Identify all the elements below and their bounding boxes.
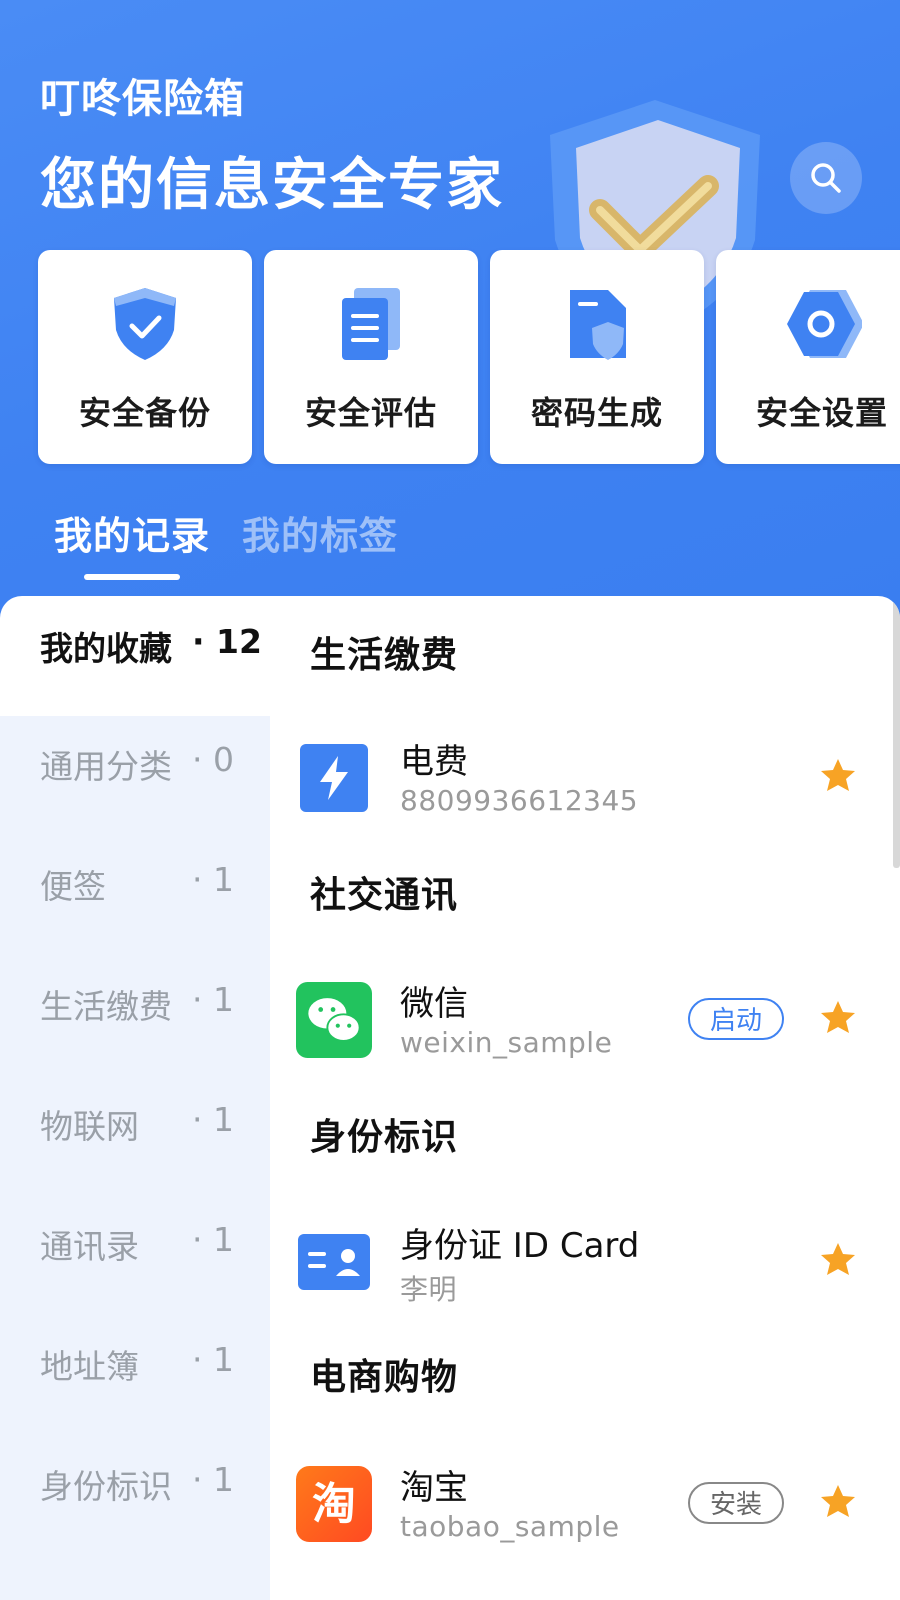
id-card-icon	[298, 1234, 370, 1290]
item-subtitle: 李明	[400, 1273, 458, 1306]
shortcut-label: 密码生成	[530, 394, 663, 432]
section-title: 电商购物	[310, 1357, 459, 1398]
shortcut-label: 安全设置	[756, 394, 889, 432]
sidebar-item-addresses[interactable]: 地址簿 · 1	[40, 1340, 262, 1400]
section-title: 社交通讯	[310, 875, 459, 916]
star-icon[interactable]	[818, 1482, 858, 1522]
install-button[interactable]: 安装	[688, 1482, 784, 1524]
sidebar-item-utilities[interactable]: 生活缴费 · 1	[40, 980, 262, 1040]
sidebar-item-count: · 1	[192, 860, 234, 899]
item-title: 微信	[400, 984, 468, 1024]
sidebar-item-label: 通用分类	[40, 747, 172, 786]
content-panel: 我的收藏 · 12 通用分类 · 0 便签 · 1 生活缴费 · 1 物联网 ·…	[0, 596, 900, 1600]
scrollbar[interactable]	[893, 596, 900, 868]
sidebar-item-identity[interactable]: 身份标识 · 1	[40, 1460, 262, 1520]
file-shield-icon	[570, 290, 626, 360]
app-name: 叮咚保险箱	[40, 76, 245, 122]
item-title: 身份证 ID Card	[400, 1226, 640, 1266]
sidebar-item-label: 我的收藏	[40, 629, 172, 668]
shortcut-security-settings[interactable]: 安全设置	[716, 250, 900, 464]
list-item-wechat[interactable]: 微信 weixin_sample 启动	[296, 976, 876, 1066]
sidebar-item-label: 身份标识	[40, 1467, 172, 1506]
sidebar-item-count: · 1	[192, 1460, 234, 1499]
shortcut-label: 安全备份	[78, 394, 211, 432]
sidebar-item-label: 地址簿	[40, 1347, 139, 1386]
list-item-id-card[interactable]: 身份证 ID Card 李明	[296, 1218, 876, 1308]
item-subtitle: 8809936612345	[400, 784, 639, 817]
sidebar-item-count: · 12	[192, 622, 262, 661]
svg-text:淘: 淘	[312, 1479, 356, 1530]
launch-button[interactable]: 启动	[688, 998, 784, 1040]
search-button[interactable]	[790, 142, 862, 214]
sidebar-item-notes[interactable]: 便签 · 1	[40, 860, 262, 920]
item-subtitle: taobao_sample	[400, 1510, 620, 1543]
sidebar-item-count: · 0	[192, 740, 234, 779]
sidebar-item-label: 便签	[40, 867, 106, 906]
header: 叮咚保险箱 您的信息安全专家 安全备份 安全评估 密码生成 安全设置 我的记录 …	[0, 0, 900, 640]
tab-my-records[interactable]: 我的记录	[54, 505, 210, 560]
document-list-icon	[342, 288, 400, 360]
item-title: 电费	[400, 742, 468, 782]
sidebar-item-label: 物联网	[40, 1107, 139, 1146]
star-icon[interactable]	[818, 1240, 858, 1280]
sidebar-item-contacts[interactable]: 通讯录 · 1	[40, 1220, 262, 1280]
shortcut-assessment[interactable]: 安全评估	[264, 250, 478, 464]
sidebar-item-general[interactable]: 通用分类 · 0	[40, 740, 262, 800]
sidebar-item-count: · 1	[192, 1340, 234, 1379]
section-title: 身份标识	[310, 1117, 459, 1158]
list-item-taobao[interactable]: 淘 淘宝 taobao_sample 安装	[296, 1460, 876, 1550]
slogan: 您的信息安全专家	[40, 153, 504, 218]
wechat-icon	[296, 982, 372, 1058]
shortcut-password-generator[interactable]: 密码生成	[490, 250, 704, 464]
star-icon[interactable]	[818, 756, 858, 796]
sidebar-item-iot[interactable]: 物联网 · 1	[40, 1100, 262, 1160]
sidebar-item-favorites[interactable]: 我的收藏 · 12	[40, 622, 262, 682]
item-title: 淘宝	[400, 1468, 468, 1508]
sidebar-item-count: · 1	[192, 1100, 234, 1139]
hexagon-gear-icon	[787, 290, 862, 358]
tab-active-indicator	[84, 574, 180, 580]
shortcut-label: 安全评估	[304, 394, 437, 432]
sidebar-item-label: 通讯录	[40, 1227, 139, 1266]
shortcut-backup[interactable]: 安全备份	[38, 250, 252, 464]
taobao-icon: 淘	[296, 1466, 372, 1542]
section-title: 生活缴费	[310, 635, 459, 676]
star-icon[interactable]	[818, 998, 858, 1038]
shield-check-icon	[114, 288, 176, 360]
sidebar-item-count: · 1	[192, 1220, 234, 1259]
item-subtitle: weixin_sample	[400, 1026, 613, 1059]
sidebar-item-label: 生活缴费	[40, 987, 172, 1026]
lightning-icon	[300, 744, 368, 812]
list-item-electricity[interactable]: 电费 8809936612345	[296, 734, 876, 824]
sidebar-item-count: · 1	[192, 980, 234, 1019]
tab-my-tags[interactable]: 我的标签	[242, 505, 398, 560]
search-icon	[811, 163, 841, 193]
